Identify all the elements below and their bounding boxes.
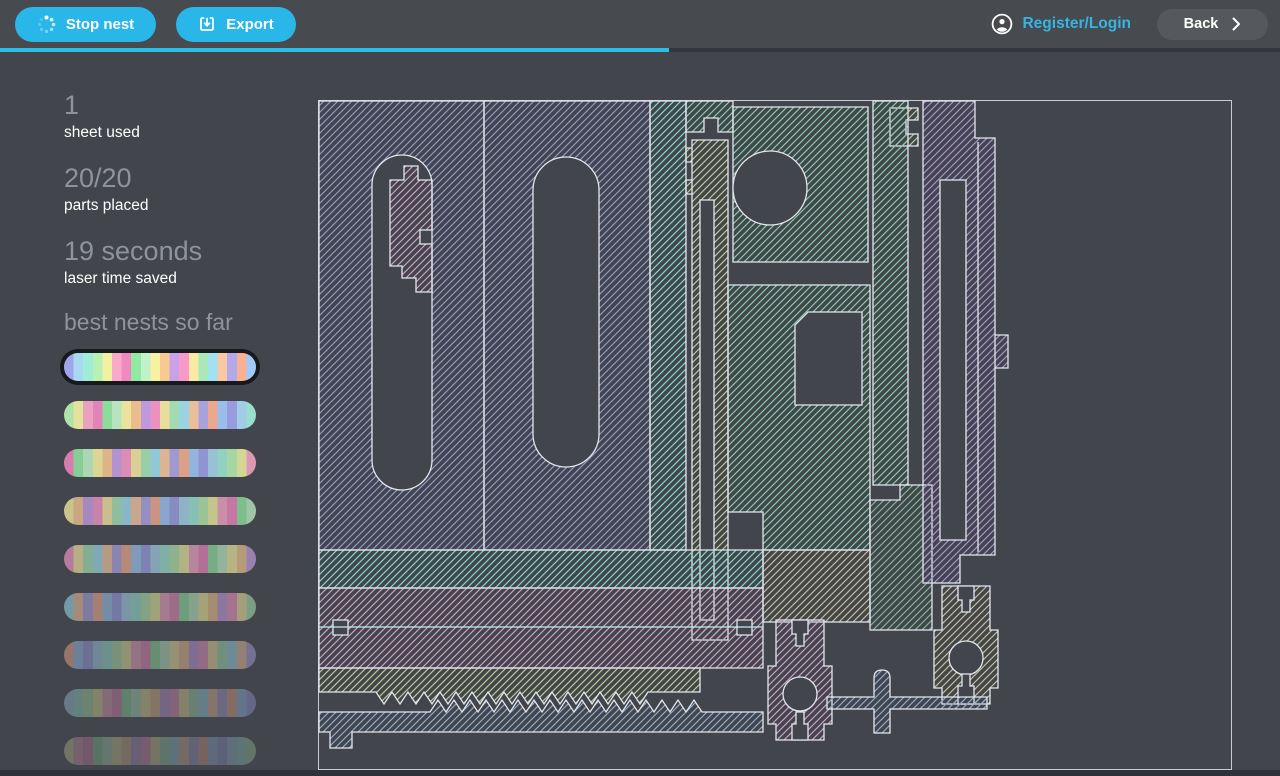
spinner-icon	[37, 15, 56, 34]
stat-sheets-value: 1	[64, 90, 318, 121]
stat-sheets-label: sheet used	[64, 124, 318, 142]
part-rack-steel	[319, 700, 763, 748]
stat-laser-time-value: 19 seconds	[64, 236, 318, 267]
part-panel-lavender-1	[319, 101, 484, 550]
best-nests-heading: best nests so far	[64, 309, 318, 336]
stat-sheets: 1 sheet used	[64, 90, 318, 142]
stop-nest-label: Stop nest	[66, 16, 134, 33]
part-part-purple-tall	[923, 101, 1008, 583]
part-hole	[733, 151, 807, 225]
nest-thumbnail-3[interactable]	[64, 449, 256, 477]
nest-thumbnail-1[interactable]	[64, 353, 256, 381]
export-icon	[198, 15, 216, 33]
user-icon	[991, 13, 1013, 35]
nest-thumbnail-6[interactable]	[64, 593, 256, 621]
part-strip-green-vertical	[873, 101, 908, 485]
part-bar-mauve	[319, 588, 763, 668]
header-right-group: Register/Login Back	[991, 9, 1280, 40]
part-hole	[533, 157, 599, 467]
part-block-olive	[763, 550, 870, 622]
nest-thumbnail-2[interactable]	[64, 401, 256, 429]
nest-thumbnail-7[interactable]	[64, 641, 256, 669]
export-label: Export	[226, 16, 274, 33]
part-clamp-olive	[934, 586, 998, 704]
part-hole	[795, 312, 862, 405]
bottom-strip	[0, 770, 1280, 776]
part-hole	[940, 180, 966, 540]
register-login-label: Register/Login	[1022, 15, 1131, 33]
part-rack-yellow	[319, 668, 700, 704]
part-bar-teal	[319, 550, 763, 588]
nesting-app: Stop nest Export	[0, 0, 1280, 776]
stop-nest-button[interactable]: Stop nest	[15, 7, 156, 42]
stat-parts-value: 20/20	[64, 163, 318, 194]
part-block-green-square	[728, 285, 870, 550]
stat-parts-label: parts placed	[64, 197, 318, 215]
part-strip-teal-vertical	[650, 101, 686, 550]
header-left-group: Stop nest Export	[0, 7, 296, 42]
header-bar: Stop nest Export	[0, 0, 1280, 48]
sidebar: 1 sheet used 20/20 parts placed 19 secon…	[0, 52, 318, 776]
export-button[interactable]: Export	[176, 7, 296, 42]
nest-thumbnail-list	[64, 353, 318, 765]
stat-laser-time: 19 seconds laser time saved	[64, 236, 318, 288]
nest-thumbnail-8[interactable]	[64, 689, 256, 717]
part-panel-lavender-2	[484, 101, 650, 550]
nest-sheet-svg	[318, 100, 1232, 770]
part-hole	[783, 677, 817, 711]
back-button[interactable]: Back	[1157, 9, 1268, 40]
part-block-green-circle	[733, 107, 868, 262]
stat-parts: 20/20 parts placed	[64, 163, 318, 215]
register-login-link[interactable]: Register/Login	[991, 13, 1131, 35]
part-tab-green-top	[686, 101, 733, 132]
nest-thumbnail-4[interactable]	[64, 497, 256, 525]
nest-thumbnail-5[interactable]	[64, 545, 256, 573]
stat-laser-time-label: laser time saved	[64, 270, 318, 288]
nest-thumbnail-9[interactable]	[64, 737, 256, 765]
part-hole	[949, 641, 983, 675]
back-label: Back	[1184, 16, 1219, 32]
chevron-right-icon	[1232, 17, 1241, 31]
nest-canvas	[318, 100, 1232, 770]
part-clamp-mauve	[768, 620, 832, 740]
